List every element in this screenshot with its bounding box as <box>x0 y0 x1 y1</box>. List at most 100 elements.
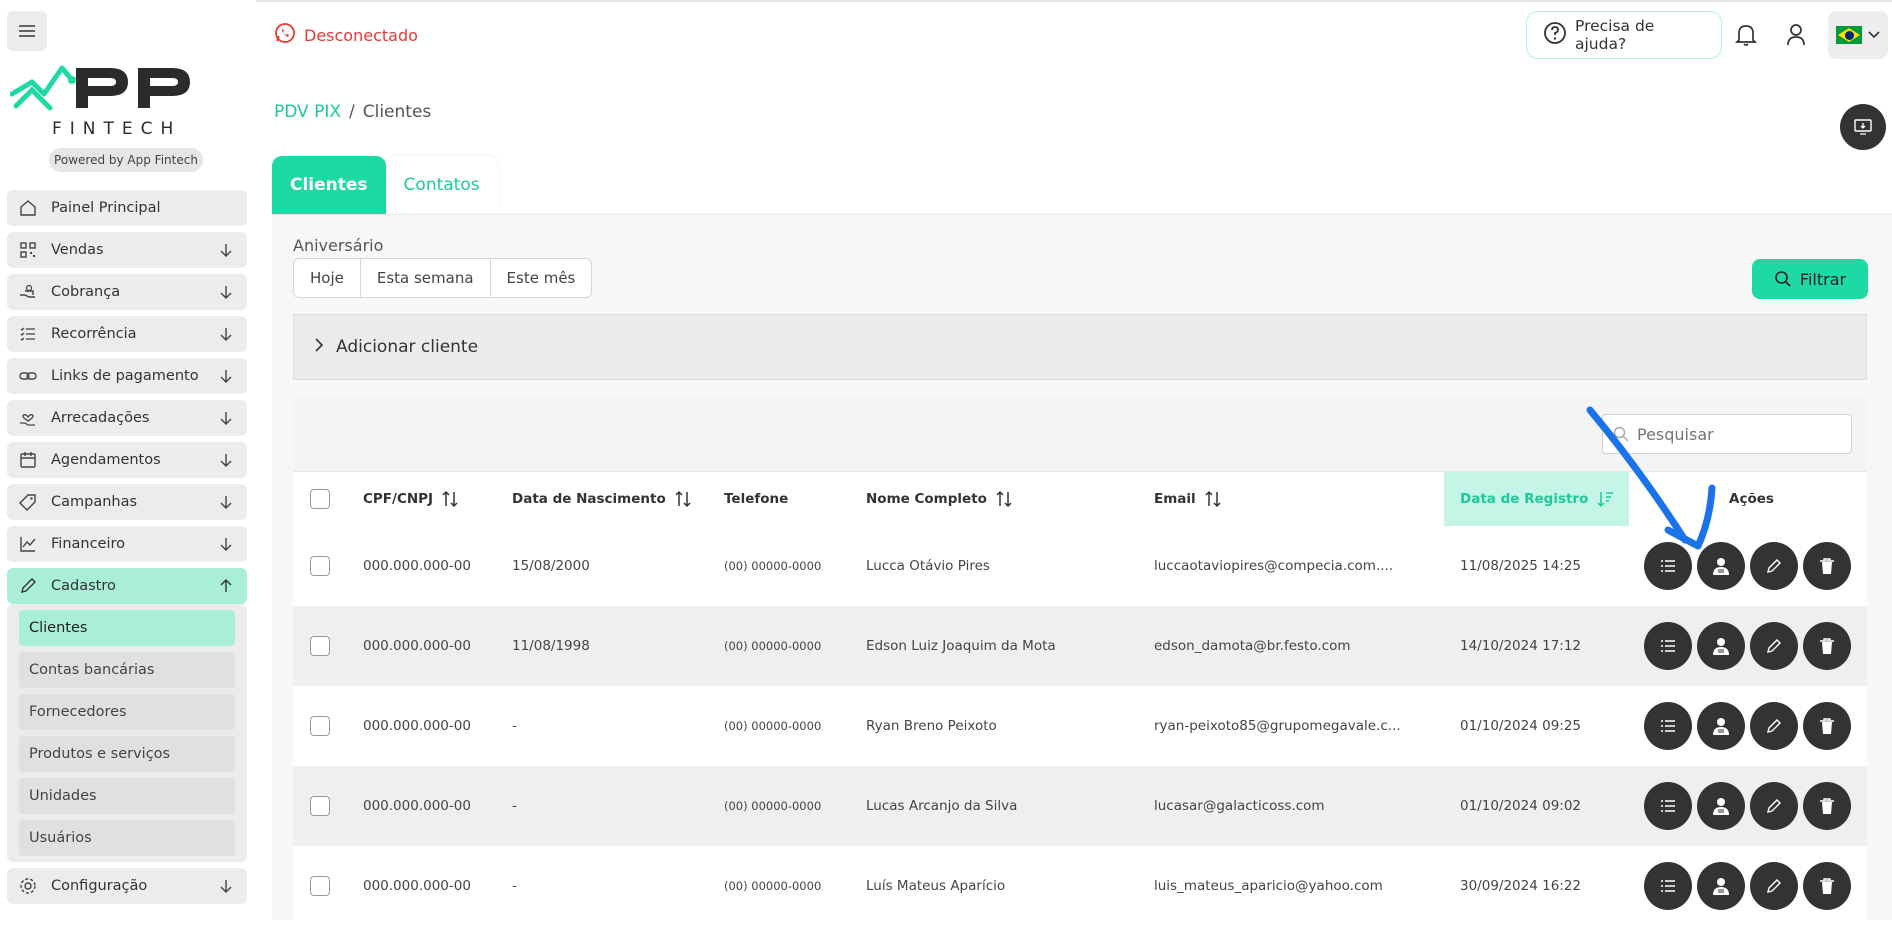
contact-person-button[interactable] <box>1697 542 1745 590</box>
table-header: CPF/CNPJ Data de Nascimento Telefone Nom… <box>293 472 1867 526</box>
sidebar-item-campanhas[interactable]: Campanhas <box>7 484 247 520</box>
tab-clientes[interactable]: Clientes <box>272 156 386 214</box>
bell-icon[interactable] <box>1734 22 1758 48</box>
trash-icon <box>1820 718 1834 734</box>
row-checkbox[interactable] <box>310 636 330 656</box>
list-check-icon <box>19 325 37 343</box>
sidebar-item-vendas[interactable]: Vendas <box>7 232 247 268</box>
tab-contatos[interactable]: Contatos <box>385 156 498 214</box>
list-icon <box>1661 560 1675 572</box>
cell-email: lucasar@galacticoss.com <box>1154 798 1325 814</box>
export-fab-button[interactable] <box>1840 104 1886 150</box>
link-icon <box>19 367 37 385</box>
cell-telefone: (00) 00000-0000 <box>724 879 822 893</box>
sidebar-item-arrecadacoes[interactable]: Arrecadações <box>7 400 247 436</box>
top-border <box>0 0 1892 2</box>
filter-hoje-button[interactable]: Hoje <box>294 259 361 297</box>
cell-nome: Edson Luiz Joaquim da Mota <box>866 638 1056 654</box>
sidebar-subitem-usuarios[interactable]: Usuários <box>19 820 235 856</box>
cadastro-submenu: Clientes Contas bancárias Fornecedores P… <box>7 604 247 862</box>
table-row: 000.000.000-00 - (00) 00000-0000 Luís Ma… <box>293 846 1867 926</box>
arrow-down-icon <box>220 454 232 467</box>
brand-subtitle: FINTECH <box>52 119 181 138</box>
chart-line-icon <box>19 535 37 553</box>
arrow-down-icon <box>220 880 232 893</box>
row-checkbox[interactable] <box>310 796 330 816</box>
help-button[interactable]: Precisa de ajuda? <box>1526 11 1722 59</box>
list-icon <box>1661 800 1675 812</box>
row-checkbox[interactable] <box>310 556 330 576</box>
arrow-down-icon <box>220 496 232 509</box>
details-button[interactable] <box>1644 542 1692 590</box>
sidebar-subitem-contas-bancarias[interactable]: Contas bancárias <box>19 652 235 688</box>
sidebar-item-agendamentos[interactable]: Agendamentos <box>7 442 247 478</box>
column-header-data-registro[interactable]: Data de Registro <box>1444 472 1629 526</box>
cell-registro: 01/10/2024 09:02 <box>1460 798 1582 814</box>
edit-button[interactable] <box>1750 622 1798 670</box>
breadcrumb-separator: / <box>349 102 355 122</box>
column-header-cpf[interactable]: CPF/CNPJ <box>363 472 459 526</box>
filter-esta-semana-button[interactable]: Esta semana <box>361 259 491 297</box>
language-selector[interactable] <box>1828 11 1888 59</box>
edit-button[interactable] <box>1750 782 1798 830</box>
user-icon[interactable] <box>1784 22 1808 48</box>
select-all-checkbox[interactable] <box>310 489 330 509</box>
edit-button[interactable] <box>1750 542 1798 590</box>
sidebar-item-cobranca[interactable]: Cobrança <box>7 274 247 310</box>
contact-person-button[interactable] <box>1697 862 1745 910</box>
pencil-icon <box>19 577 37 595</box>
breadcrumb-parent[interactable]: PDV PIX <box>274 102 341 122</box>
search-input[interactable] <box>1637 424 1837 444</box>
contact-person-button[interactable] <box>1697 782 1745 830</box>
whatsapp-icon <box>274 22 296 48</box>
details-button[interactable] <box>1644 702 1692 750</box>
column-header-email[interactable]: Email <box>1154 472 1222 526</box>
sort-desc-icon <box>1597 492 1614 508</box>
sidebar-item-label: Cadastro <box>51 578 116 594</box>
filter-este-mes-button[interactable]: Este mês <box>491 259 592 297</box>
app-fintech-logo: FINTECH <box>10 65 190 138</box>
edit-button[interactable] <box>1750 862 1798 910</box>
person-badge-icon <box>1713 798 1729 815</box>
contact-person-button[interactable] <box>1697 622 1745 670</box>
column-header-data-nascimento[interactable]: Data de Nascimento <box>512 472 692 526</box>
sidebar-item-recorrencia[interactable]: Recorrência <box>7 316 247 352</box>
sidebar-item-painel-principal[interactable]: Painel Principal <box>7 190 247 226</box>
gear-icon <box>19 877 37 895</box>
details-button[interactable] <box>1644 782 1692 830</box>
row-actions <box>1644 782 1851 830</box>
sidebar-item-financeiro[interactable]: Financeiro <box>7 526 247 562</box>
contact-person-button[interactable] <box>1697 702 1745 750</box>
delete-button[interactable] <box>1803 542 1851 590</box>
trash-icon <box>1820 878 1834 894</box>
sidebar-item-cadastro[interactable]: Cadastro <box>7 568 247 604</box>
filter-button[interactable]: Filtrar <box>1752 259 1868 299</box>
details-button[interactable] <box>1644 862 1692 910</box>
details-button[interactable] <box>1644 622 1692 670</box>
aniversario-label: Aniversário <box>293 236 384 255</box>
row-checkbox[interactable] <box>310 876 330 896</box>
row-actions <box>1644 542 1851 590</box>
whatsapp-status[interactable]: Desconectado <box>274 22 418 48</box>
add-client-accordion[interactable]: Adicionar cliente <box>293 314 1867 380</box>
menu-toggle-button[interactable] <box>7 11 47 51</box>
sidebar-subitem-unidades[interactable]: Unidades <box>19 778 235 814</box>
list-icon <box>1661 640 1675 652</box>
sidebar-item-links-de-pagamento[interactable]: Links de pagamento <box>7 358 247 394</box>
search-box[interactable] <box>1602 414 1852 454</box>
edit-button[interactable] <box>1750 702 1798 750</box>
sidebar-subitem-clientes[interactable]: Clientes <box>19 610 235 646</box>
delete-button[interactable] <box>1803 702 1851 750</box>
delete-button[interactable] <box>1803 622 1851 670</box>
pencil-icon <box>1767 719 1781 733</box>
row-checkbox[interactable] <box>310 716 330 736</box>
add-client-label: Adicionar cliente <box>336 337 479 357</box>
delete-button[interactable] <box>1803 862 1851 910</box>
column-header-nome-completo[interactable]: Nome Completo <box>866 472 1013 526</box>
sidebar-subitem-fornecedores[interactable]: Fornecedores <box>19 694 235 730</box>
sidebar-item-configuracao[interactable]: Configuração <box>7 868 247 904</box>
sort-icon <box>442 490 458 508</box>
delete-button[interactable] <box>1803 782 1851 830</box>
cell-nascimento: 15/08/2000 <box>512 558 590 574</box>
sidebar-subitem-produtos-e-servicos[interactable]: Produtos e serviços <box>19 736 235 772</box>
